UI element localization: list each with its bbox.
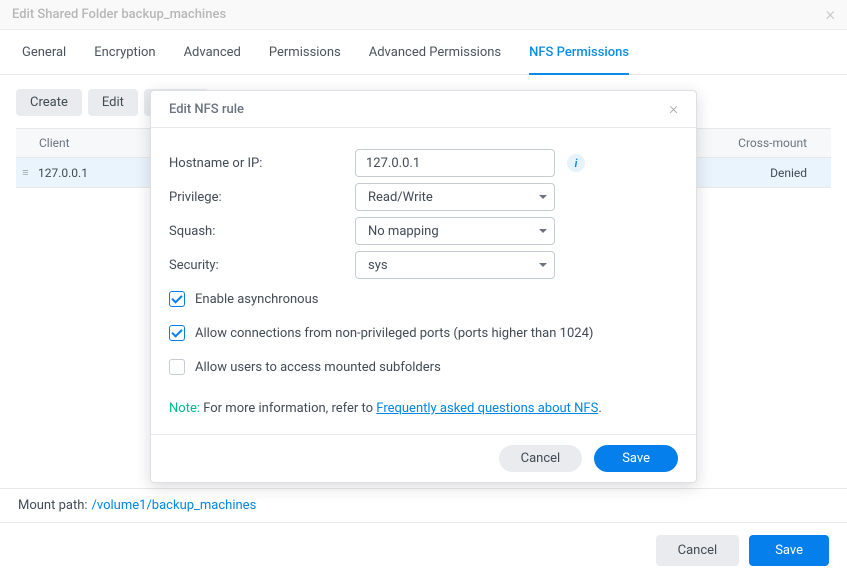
note-text: For more information, refer to bbox=[200, 401, 376, 416]
cancel-button[interactable]: Cancel bbox=[656, 535, 740, 566]
tab-advanced-permissions[interactable]: Advanced Permissions bbox=[369, 31, 501, 74]
privilege-label: Privilege: bbox=[169, 190, 355, 205]
mount-path: Mount path: /volume1/backup_machines bbox=[0, 488, 847, 522]
privilege-value: Read/Write bbox=[368, 190, 433, 205]
squash-label: Squash: bbox=[169, 224, 355, 239]
create-button[interactable]: Create bbox=[16, 89, 82, 116]
nonpriv-checkbox[interactable] bbox=[169, 325, 185, 341]
squash-value: No mapping bbox=[368, 224, 439, 239]
edit-nfs-rule-dialog: Edit NFS rule × Hostname or IP: i Privil… bbox=[150, 90, 697, 483]
close-icon[interactable]: × bbox=[826, 4, 835, 25]
info-icon[interactable]: i bbox=[567, 154, 585, 172]
window-header: Edit Shared Folder backup_machines × bbox=[0, 0, 847, 30]
note: Note: For more information, refer to Fre… bbox=[169, 401, 678, 416]
hostname-label: Hostname or IP: bbox=[169, 156, 355, 171]
dialog-close-icon[interactable]: × bbox=[669, 99, 678, 119]
dialog-save-button[interactable]: Save bbox=[594, 445, 678, 472]
mount-path-label: Mount path: bbox=[18, 498, 88, 513]
faq-link[interactable]: Frequently asked questions about NFS bbox=[376, 401, 598, 416]
nonpriv-label: Allow connections from non-privileged po… bbox=[195, 326, 593, 341]
dialog-body: Hostname or IP: i Privilege: Read/Write … bbox=[151, 128, 696, 434]
tab-permissions[interactable]: Permissions bbox=[269, 31, 341, 74]
security-value: sys bbox=[368, 258, 388, 273]
dialog-title: Edit NFS rule bbox=[169, 102, 244, 117]
chevron-down-icon bbox=[539, 229, 547, 233]
dialog-header: Edit NFS rule × bbox=[151, 91, 696, 128]
privilege-select[interactable]: Read/Write bbox=[355, 183, 555, 211]
async-label: Enable asynchronous bbox=[195, 292, 318, 307]
chevron-down-icon bbox=[539, 195, 547, 199]
tab-advanced[interactable]: Advanced bbox=[184, 31, 241, 74]
tab-nfs-permissions[interactable]: NFS Permissions bbox=[529, 31, 629, 74]
tab-general[interactable]: General bbox=[22, 31, 66, 74]
tab-encryption[interactable]: Encryption bbox=[94, 31, 155, 74]
window-footer: Cancel Save bbox=[0, 522, 847, 578]
save-button[interactable]: Save bbox=[749, 535, 829, 566]
dialog-footer: Cancel Save bbox=[151, 434, 696, 482]
security-select[interactable]: sys bbox=[355, 251, 555, 279]
submounts-label: Allow users to access mounted subfolders bbox=[195, 360, 441, 375]
hostname-input[interactable] bbox=[355, 149, 555, 177]
window-title: Edit Shared Folder backup_machines bbox=[12, 7, 226, 22]
async-checkbox[interactable] bbox=[169, 291, 185, 307]
mount-path-value: /volume1/backup_machines bbox=[92, 498, 257, 513]
tab-list: General Encryption Advanced Permissions … bbox=[0, 30, 847, 75]
submounts-checkbox[interactable] bbox=[169, 359, 185, 375]
dialog-cancel-button[interactable]: Cancel bbox=[499, 445, 583, 472]
chevron-down-icon bbox=[539, 263, 547, 267]
squash-select[interactable]: No mapping bbox=[355, 217, 555, 245]
security-label: Security: bbox=[169, 258, 355, 273]
drag-handle-icon[interactable]: ≡ bbox=[16, 166, 34, 179]
edit-button[interactable]: Edit bbox=[88, 89, 138, 116]
note-label: Note: bbox=[169, 401, 200, 416]
